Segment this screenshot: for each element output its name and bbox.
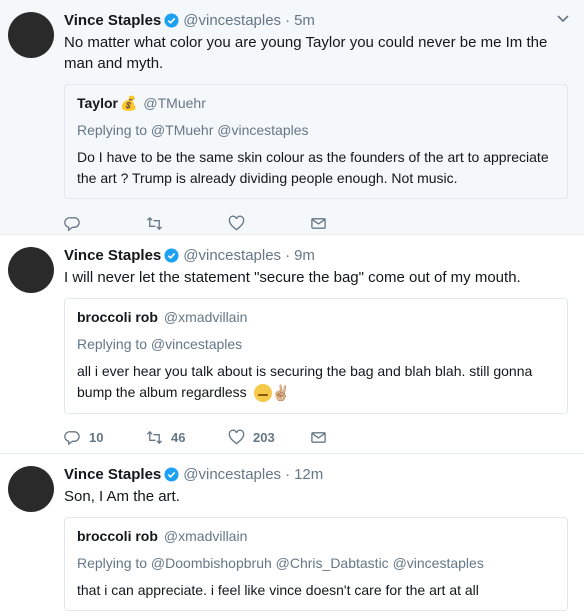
- author-handle[interactable]: @vincestaples: [183, 247, 281, 264]
- separator: ·: [285, 465, 291, 483]
- timestamp[interactable]: 9m: [294, 247, 315, 264]
- quoted-tweet-header: broccoli rob @xmadvillain: [77, 308, 555, 326]
- tweet[interactable]: Vince Staples @vincestaples · 9m I will …: [0, 235, 584, 454]
- timestamp[interactable]: 5m: [294, 12, 315, 29]
- retweet-button[interactable]: [146, 215, 228, 232]
- quoted-tweet-text: all i ever hear you talk about is securi…: [77, 363, 533, 400]
- retweet-icon: [146, 431, 163, 445]
- tweet-actions: 10 46 203: [64, 426, 572, 450]
- direct-message-button[interactable]: [310, 429, 392, 446]
- author-name[interactable]: Vince Staples: [64, 466, 161, 483]
- tweet-actions: [64, 211, 572, 235]
- tweet-header: Vince Staples @vincestaples · 12m: [64, 464, 572, 484]
- verified-badge-icon: [164, 247, 179, 263]
- author-handle[interactable]: @vincestaples: [183, 12, 281, 29]
- envelope-icon: [311, 217, 326, 229]
- timestamp[interactable]: 12m: [294, 466, 323, 483]
- replying-to: Replying to @vincestaples: [77, 336, 243, 352]
- quoted-author-name: broccoli rob: [77, 528, 158, 544]
- quoted-tweet[interactable]: Taylor 💰 @TMuehr Replying to @TMuehr @vi…: [64, 84, 568, 199]
- reply-count: 10: [89, 430, 104, 446]
- peace-sign-emoji: ✌🏼: [271, 384, 291, 402]
- like-button[interactable]: 203: [228, 429, 310, 446]
- replying-to: Replying to @Doombishopbruh @Chris_Dabta…: [77, 555, 484, 571]
- author-name[interactable]: Vince Staples: [64, 247, 161, 264]
- tweet-text: No matter what color you are young Taylo…: [64, 34, 548, 72]
- chevron-down-icon[interactable]: [556, 12, 570, 26]
- quoted-author-handle: @xmadvillain: [163, 528, 248, 544]
- reply-button[interactable]: [64, 215, 146, 232]
- timeline: Vince Staples @vincestaples · 5m No matt…: [0, 0, 584, 612]
- verified-badge-icon: [164, 12, 179, 28]
- quoted-author-name: Taylor: [77, 95, 118, 111]
- replying-to: Replying to @TMuehr @vincestaples: [77, 122, 309, 138]
- author-handle[interactable]: @vincestaples: [183, 466, 281, 483]
- quoted-author-handle: @xmadvillain: [163, 309, 248, 325]
- quoted-author-handle: @TMuehr: [143, 95, 206, 111]
- envelope-icon: [311, 432, 326, 444]
- reply-icon: [64, 431, 80, 446]
- reply-icon: [64, 216, 80, 231]
- separator: ·: [285, 11, 291, 29]
- sleeping-face-emoji-icon: [253, 384, 272, 403]
- like-button[interactable]: [228, 215, 310, 232]
- tweet[interactable]: Vince Staples @vincestaples · 5m No matt…: [0, 0, 584, 235]
- quoted-tweet-header: Taylor 💰 @TMuehr: [77, 94, 555, 112]
- tweet[interactable]: Vince Staples @vincestaples · 12m Son, I…: [0, 454, 584, 612]
- separator: ·: [285, 246, 291, 264]
- quoted-author-name: broccoli rob: [77, 309, 158, 325]
- retweet-button[interactable]: 46: [146, 429, 228, 446]
- like-count: 203: [253, 430, 275, 446]
- quoted-tweet-header: broccoli rob @xmadvillain: [77, 527, 555, 545]
- quoted-tweet-text-block: all i ever hear you talk about is securi…: [77, 361, 555, 404]
- author-name[interactable]: Vince Staples: [64, 12, 161, 29]
- tweet-text: Son, I Am the art.: [64, 488, 180, 505]
- heart-icon: [228, 215, 245, 230]
- tweet-text: I will never let the statement "secure t…: [64, 269, 521, 286]
- heart-icon: [228, 429, 245, 445]
- verified-badge-icon: [164, 466, 179, 482]
- avatar[interactable]: [8, 247, 54, 293]
- retweet-icon: [146, 216, 163, 230]
- money-bag-emoji: 💰: [119, 94, 138, 111]
- quoted-tweet[interactable]: broccoli rob @xmadvillain Replying to @D…: [64, 517, 568, 611]
- retweet-count: 46: [171, 430, 186, 446]
- tweet-header: Vince Staples @vincestaples · 9m: [64, 245, 572, 265]
- quoted-tweet[interactable]: broccoli rob @xmadvillain Replying to @v…: [64, 298, 568, 414]
- quoted-tweet-text: that i can appreciate. i feel like vince…: [77, 582, 479, 598]
- reply-button[interactable]: 10: [64, 429, 146, 446]
- avatar[interactable]: [8, 12, 54, 58]
- direct-message-button[interactable]: [310, 215, 392, 232]
- tweet-header: Vince Staples @vincestaples · 5m: [64, 10, 572, 30]
- avatar[interactable]: [8, 466, 54, 512]
- quoted-tweet-text: Do I have to be the same skin colour as …: [77, 149, 549, 186]
